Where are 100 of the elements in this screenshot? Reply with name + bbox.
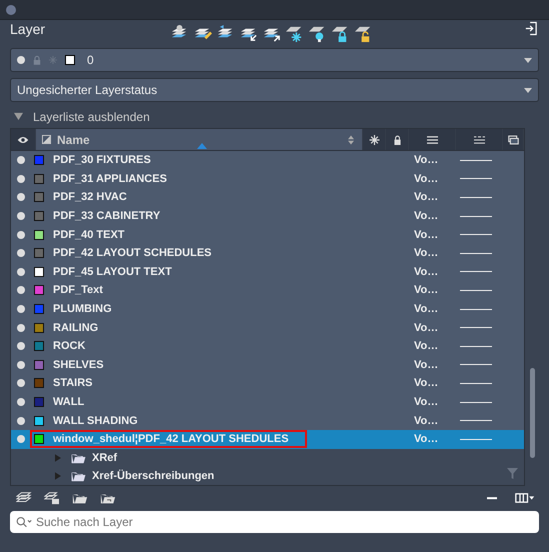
on-icon[interactable] bbox=[17, 174, 25, 183]
minus-icon[interactable] bbox=[487, 496, 497, 500]
lineweight-line bbox=[460, 216, 492, 217]
layer-row[interactable]: PDF_32 HVAC Vo… bbox=[11, 188, 524, 207]
color-swatch[interactable] bbox=[34, 322, 44, 333]
layer-row[interactable]: STAIRS Vo… bbox=[11, 374, 524, 393]
layer-row[interactable]: RAILING Vo… bbox=[11, 318, 524, 337]
close-button[interactable] bbox=[6, 4, 16, 14]
on-icon[interactable] bbox=[17, 305, 25, 314]
layer-row[interactable]: PDF_Text Vo… bbox=[11, 281, 524, 300]
layer-row[interactable]: PLUMBING Vo… bbox=[11, 300, 524, 318]
on-icon[interactable] bbox=[17, 212, 25, 220]
linetype-text: Vo… bbox=[414, 322, 440, 334]
layer-row[interactable]: PDF_45 LAYOUT TEXT Vo… bbox=[11, 262, 524, 282]
linetype-text: Vo… bbox=[414, 284, 440, 296]
layer-row[interactable]: PDF_42 LAYOUT SCHEDULES Vo… bbox=[11, 244, 524, 263]
color-swatch[interactable] bbox=[34, 174, 44, 184]
layer-row[interactable]: PDF_31 APPLIANCES Vo… bbox=[11, 170, 524, 188]
layer-name-text: RAILING bbox=[53, 322, 98, 334]
on-icon[interactable] bbox=[17, 398, 25, 406]
linetype-text: Vo… bbox=[414, 228, 440, 241]
color-swatch[interactable] bbox=[34, 416, 44, 426]
layer-name-text: window_shedul¦PDF_42 LAYOUT SHEDULES bbox=[53, 433, 289, 446]
layer-row[interactable]: SHELVES Vo… bbox=[11, 356, 524, 374]
on-icon[interactable] bbox=[17, 268, 25, 276]
layer-name-text: PDF_31 APPLIANCES bbox=[53, 172, 167, 185]
lineweight-line bbox=[460, 438, 492, 440]
on-icon[interactable] bbox=[17, 249, 25, 258]
layer-row[interactable]: PDF_40 TEXT Vo… bbox=[11, 225, 524, 244]
lineweight-line bbox=[460, 234, 492, 236]
eye-icon[interactable] bbox=[17, 136, 29, 144]
tree-item[interactable]: XRef bbox=[11, 448, 524, 468]
on-icon[interactable] bbox=[17, 416, 25, 425]
lock-icon[interactable] bbox=[392, 134, 402, 144]
name-column-header[interactable]: Name bbox=[36, 129, 363, 150]
layer-snowflake-icon[interactable] bbox=[285, 24, 304, 43]
columns-icon[interactable] bbox=[515, 493, 535, 503]
lineweight-line bbox=[460, 382, 492, 384]
color-swatch[interactable] bbox=[34, 304, 44, 314]
color-swatch[interactable] bbox=[34, 230, 44, 240]
color-swatch[interactable] bbox=[34, 285, 44, 296]
menu-icon[interactable] bbox=[426, 134, 438, 144]
color-swatch[interactable] bbox=[34, 192, 44, 202]
on-icon bbox=[17, 56, 25, 64]
linetype-icon[interactable] bbox=[474, 134, 484, 144]
lineweight-line bbox=[460, 327, 492, 328]
color-swatch[interactable] bbox=[34, 266, 44, 277]
color-swatch[interactable] bbox=[34, 155, 44, 166]
on-icon[interactable] bbox=[17, 360, 25, 369]
exit-icon[interactable] bbox=[525, 21, 537, 36]
on-icon[interactable] bbox=[17, 342, 25, 350]
color-swatch[interactable] bbox=[34, 248, 44, 258]
on-icon[interactable] bbox=[17, 156, 25, 164]
linetype-text: Vo… bbox=[414, 358, 440, 371]
lineweight-line bbox=[460, 252, 492, 254]
on-icon[interactable] bbox=[17, 435, 25, 444]
on-icon[interactable] bbox=[17, 230, 25, 239]
lineweight-line bbox=[460, 420, 492, 422]
color-swatch[interactable] bbox=[34, 341, 44, 352]
layer-name-text: PDF_40 TEXT bbox=[53, 228, 125, 241]
layer-list-toggle[interactable]: Layerliste ausblenden bbox=[10, 107, 539, 126]
layer-row[interactable]: window_shedul¦PDF_42 LAYOUT SHEDULES Vo… bbox=[11, 430, 524, 448]
current-layer-dropdown[interactable]: 0 bbox=[10, 48, 539, 72]
window-icon[interactable] bbox=[508, 134, 518, 144]
layer-row[interactable]: WALL SHADING Vo… bbox=[11, 411, 524, 430]
layer-name-text: PDF_30 FIXTURES bbox=[53, 154, 151, 166]
panel-title: Layer bbox=[10, 21, 46, 37]
column-title: Name bbox=[57, 132, 90, 146]
layer-name-text: WALL bbox=[53, 396, 84, 408]
lineweight-line bbox=[460, 178, 492, 180]
layer-row[interactable]: PDF_33 CABINETRY Vo… bbox=[11, 206, 524, 226]
snowflake-icon[interactable] bbox=[368, 134, 380, 144]
layer-state-dropdown[interactable]: Ungesicherter Layerstatus bbox=[10, 78, 539, 102]
layer-name-text: PDF_45 LAYOUT TEXT bbox=[53, 266, 172, 278]
layer-row[interactable]: ROCK Vo… bbox=[11, 336, 524, 356]
layer-name-text: STAIRS bbox=[53, 377, 93, 390]
lineweight-line bbox=[460, 196, 492, 198]
color-swatch[interactable] bbox=[34, 434, 44, 444]
sort-indicator-icon bbox=[197, 143, 207, 149]
on-icon[interactable] bbox=[17, 379, 25, 388]
layer-row[interactable]: WALL Vo… bbox=[11, 392, 524, 412]
layer-name-text: PDF_32 HVAC bbox=[53, 191, 127, 204]
layer-row[interactable]: PDF_30 FIXTURES Vo… bbox=[11, 151, 524, 170]
color-swatch[interactable] bbox=[34, 211, 44, 222]
linetype-text: Vo… bbox=[414, 396, 440, 408]
linetype-text: Vo… bbox=[414, 340, 440, 352]
on-icon[interactable] bbox=[17, 193, 25, 202]
scrollbar-thumb[interactable] bbox=[530, 368, 534, 458]
layer-list-icon[interactable] bbox=[44, 491, 60, 505]
new-layer-icon[interactable] bbox=[16, 491, 32, 505]
color-swatch[interactable] bbox=[34, 397, 44, 408]
layer-name: 0 bbox=[87, 53, 94, 67]
color-swatch[interactable] bbox=[34, 378, 44, 388]
lineweight-line bbox=[460, 290, 492, 291]
linetype-text: Vo… bbox=[414, 191, 440, 204]
layer-name-text: WALL SHADING bbox=[53, 414, 138, 427]
on-icon[interactable] bbox=[17, 286, 25, 294]
on-icon[interactable] bbox=[17, 324, 25, 332]
color-swatch[interactable] bbox=[34, 360, 44, 370]
search-field[interactable]: Suche nach Layer bbox=[10, 511, 539, 533]
